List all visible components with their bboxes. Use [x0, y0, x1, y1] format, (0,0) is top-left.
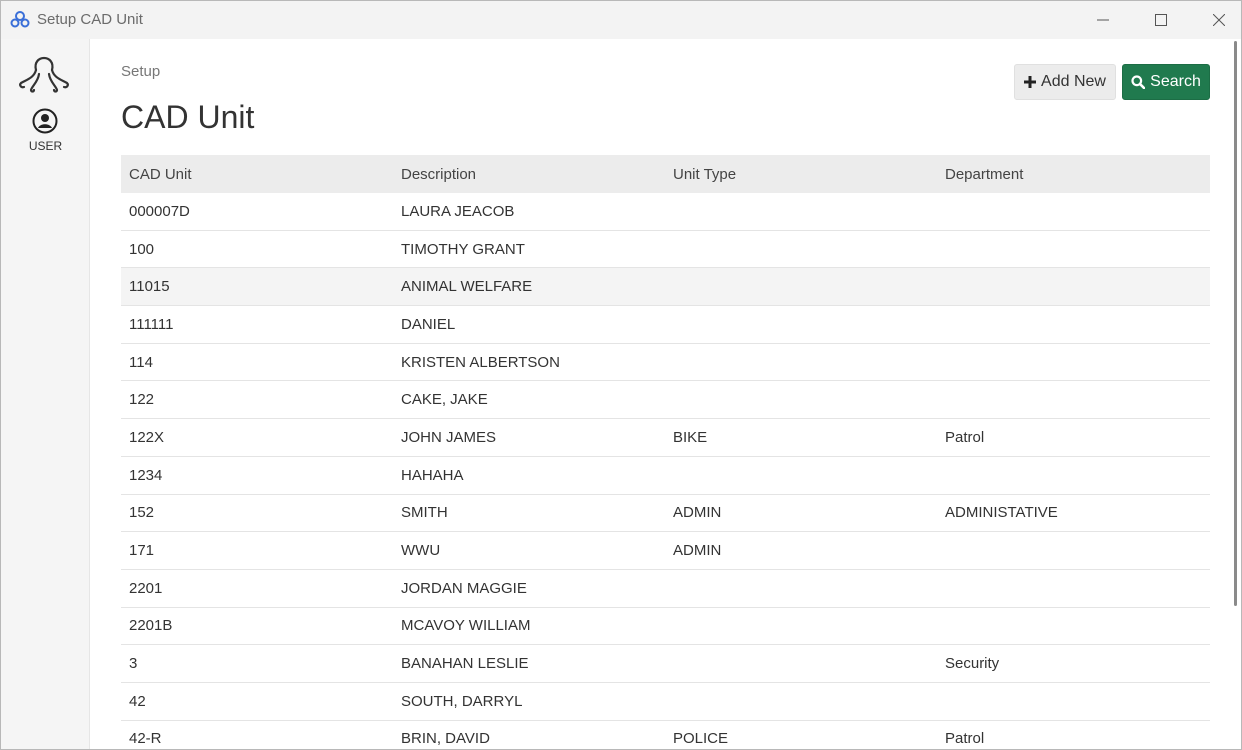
description-cell: HAHAHA — [401, 466, 464, 484]
octopus-logo-icon[interactable] — [18, 50, 70, 94]
department-cell: ADMINISTATIVE — [945, 504, 1058, 522]
cad-unit-cell: 122 — [129, 391, 155, 409]
unit-type-cell: POLICE — [673, 730, 729, 748]
cad-unit-cell: 114 — [129, 353, 153, 371]
column-header-unit-type[interactable]: Unit Type — [665, 166, 937, 183]
table-row[interactable]: 111111 DANIEL — [121, 306, 1210, 344]
add-new-label: Add New — [1041, 73, 1106, 90]
description-cell: MCAVOY WILLIAM — [401, 617, 531, 635]
column-header-description[interactable]: Description — [393, 166, 665, 183]
table-row[interactable]: 152 SMITH ADMIN ADMINISTATIVE — [121, 495, 1210, 533]
close-icon — [1213, 14, 1225, 26]
description-cell: JOHN JAMES — [401, 428, 497, 446]
search-button[interactable]: Search — [1122, 64, 1210, 100]
unit-type-cell: BIKE — [673, 428, 708, 446]
sidebar: USER — [1, 39, 90, 749]
description-cell: SMITH — [401, 504, 448, 522]
description-cell: TIMOTHY GRANT — [401, 240, 525, 258]
table-row[interactable]: 114 KRISTEN ALBERTSON — [121, 344, 1210, 382]
column-header-department[interactable]: Department — [937, 166, 1209, 183]
cad-unit-cell: 42 — [129, 692, 146, 710]
cad-unit-cell: 100 — [129, 240, 155, 258]
unit-type-cell: ADMIN — [673, 542, 722, 560]
cad-unit-cell: 000007D — [129, 202, 190, 220]
window-title: Setup CAD Unit — [37, 11, 143, 28]
description-cell: SOUTH, DARRYL — [401, 692, 523, 710]
table-row[interactable]: 2201 JORDAN MAGGIE — [121, 570, 1210, 608]
page-title: CAD Unit — [121, 99, 255, 135]
close-button[interactable] — [1190, 1, 1241, 39]
maximize-icon — [1155, 14, 1167, 26]
description-cell: LAURA JEACOB — [401, 202, 515, 220]
table-row[interactable]: 000007D LAURA JEACOB — [121, 193, 1210, 231]
cad-unit-cell: 171 — [129, 542, 155, 560]
app-logo-icon — [10, 11, 30, 28]
description-cell: BANAHAN LESLIE — [401, 655, 529, 673]
cad-unit-cell: 2201 — [129, 579, 163, 597]
search-icon — [1131, 75, 1146, 89]
minimize-button[interactable] — [1074, 1, 1132, 39]
cad-unit-cell: 11015 — [129, 278, 170, 296]
description-cell: ANIMAL WELFARE — [401, 278, 533, 296]
unit-type-cell: ADMIN — [673, 504, 722, 522]
department-cell: Patrol — [945, 730, 985, 748]
title-bar: Setup CAD Unit — [1, 1, 1241, 39]
cad-unit-cell: 42-R — [129, 730, 162, 748]
table-row[interactable]: 3 BANAHAN LESLIE Security — [121, 645, 1210, 683]
cad-unit-cell: 3 — [129, 655, 138, 673]
table-row[interactable]: 2201B MCAVOY WILLIAM — [121, 608, 1210, 646]
description-cell: DANIEL — [401, 315, 456, 333]
department-cell: Security — [945, 655, 1000, 673]
cad-unit-cell: 1234 — [129, 466, 163, 484]
cad-unit-table: CAD Unit Description Unit Type Departmen… — [121, 155, 1210, 749]
maximize-button[interactable] — [1132, 1, 1190, 39]
cad-unit-cell: 122X — [129, 428, 165, 446]
breadcrumb[interactable]: Setup — [121, 63, 160, 80]
scrollbar-thumb[interactable] — [1234, 41, 1237, 606]
description-cell: BRIN, DAVID — [401, 730, 490, 748]
table-row[interactable]: 42 SOUTH, DARRYL — [121, 683, 1210, 721]
table-row[interactable]: 42-R BRIN, DAVID POLICE Patrol — [121, 721, 1210, 749]
table-row[interactable]: 1234 HAHAHA — [121, 457, 1210, 495]
vertical-scrollbar[interactable] — [1229, 39, 1241, 749]
search-label: Search — [1150, 73, 1201, 90]
table-row[interactable]: 122X JOHN JAMES BIKE Patrol — [121, 419, 1210, 457]
table-header: CAD Unit Description Unit Type Departmen… — [121, 155, 1210, 193]
description-cell: KRISTEN ALBERTSON — [401, 353, 560, 371]
department-cell: Patrol — [945, 428, 985, 446]
table-row[interactable]: 100 TIMOTHY GRANT — [121, 231, 1210, 269]
table-row[interactable]: 122 CAKE, JAKE — [121, 381, 1210, 420]
description-cell: CAKE, JAKE — [401, 391, 488, 409]
cad-unit-cell: 111111 — [129, 315, 174, 333]
description-cell: WWU — [401, 542, 441, 560]
minimize-icon — [1097, 19, 1109, 21]
main-content: Setup CAD Unit Add New Search CAD Unit D… — [91, 39, 1229, 749]
table-row[interactable]: 171 WWU ADMIN — [121, 532, 1210, 570]
add-new-button[interactable]: Add New — [1014, 64, 1116, 100]
table-row[interactable]: 11015 ANIMAL WELFARE — [121, 268, 1210, 307]
user-label: USER — [28, 139, 63, 153]
user-circle-icon — [32, 108, 58, 134]
app-window: Setup CAD Unit USER Setup CAD Unit Add N… — [0, 0, 1242, 750]
cad-unit-cell: 152 — [129, 504, 155, 522]
description-cell: JORDAN MAGGIE — [401, 579, 527, 597]
plus-icon — [1024, 76, 1037, 88]
cad-unit-cell: 2201B — [129, 617, 173, 635]
column-header-cad-unit[interactable]: CAD Unit — [121, 166, 393, 183]
